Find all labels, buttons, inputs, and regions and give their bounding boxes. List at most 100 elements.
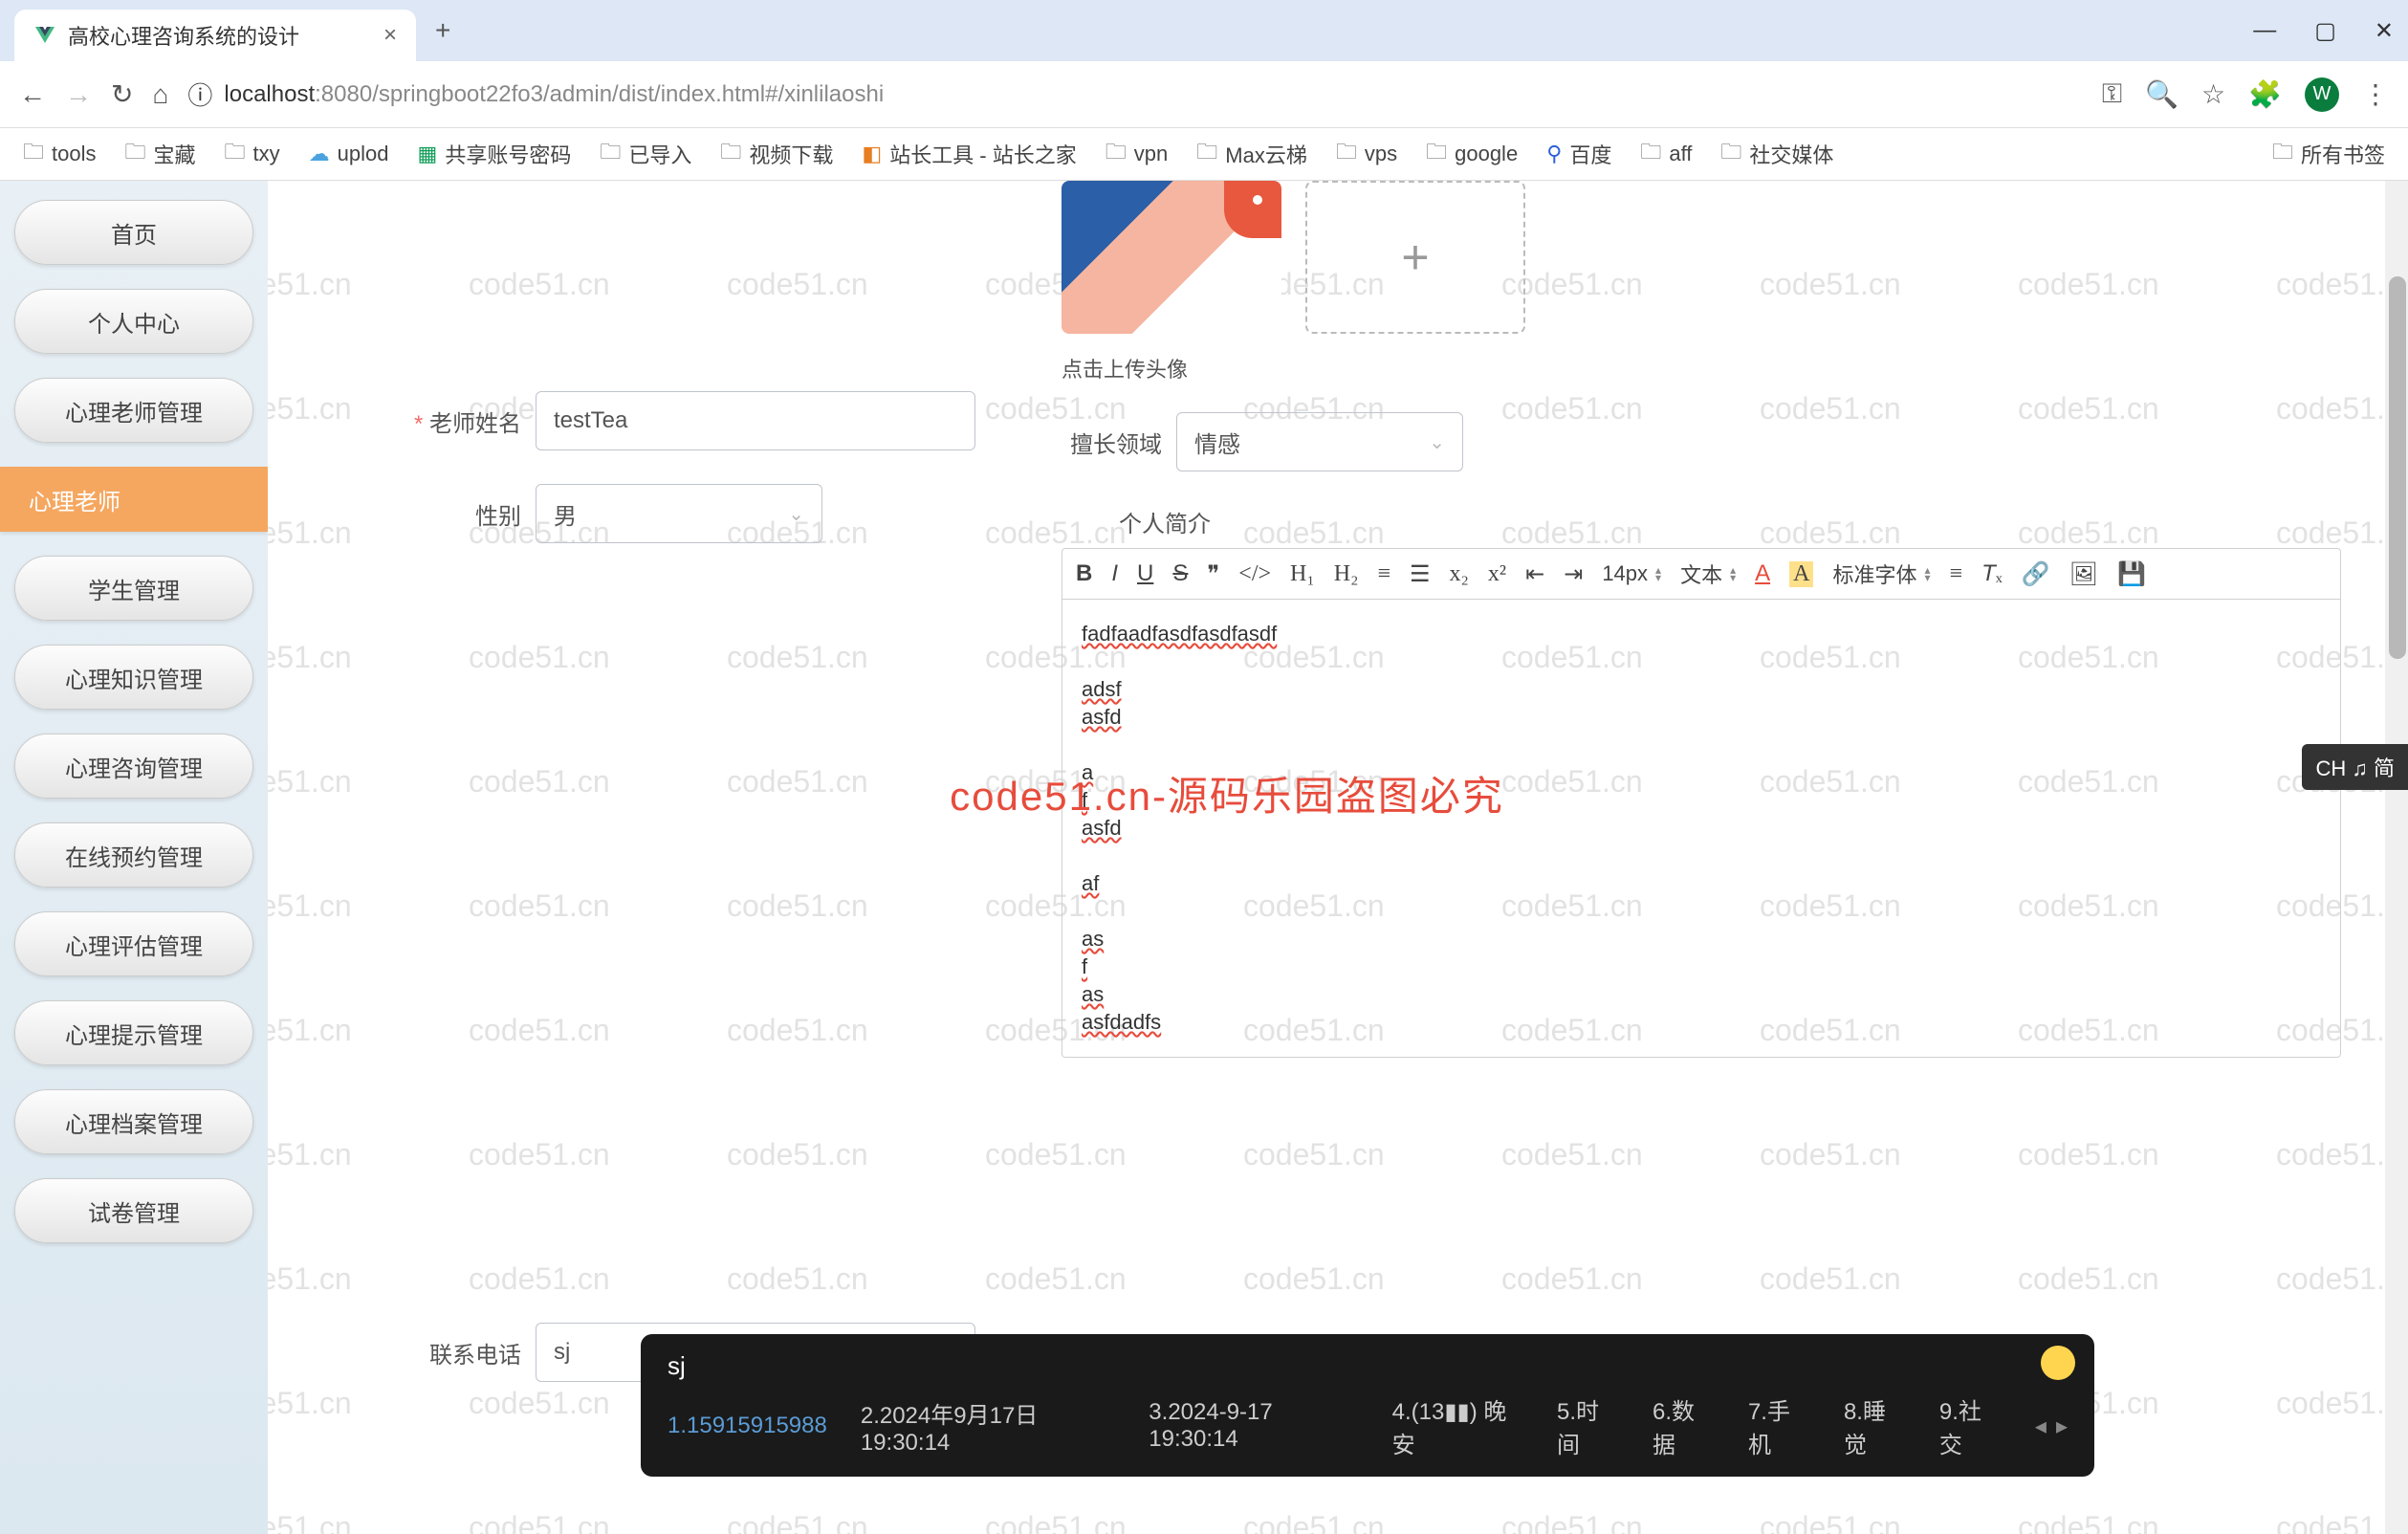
indent-out-button[interactable]: ⇤ xyxy=(1525,560,1544,588)
minimize-button[interactable]: — xyxy=(2253,17,2276,45)
menu-icon[interactable]: ⋮ xyxy=(2362,78,2389,110)
extensions-icon[interactable]: 🧩 xyxy=(2248,78,2282,110)
quote-button[interactable]: ❞ xyxy=(1207,560,1219,588)
ime-candidate[interactable]: 7.手机 xyxy=(1748,1392,1810,1459)
strike-button[interactable]: S xyxy=(1172,560,1188,587)
browser-tab-strip: 高校心理咨询系统的设计 × + — ▢ ✕ xyxy=(0,0,2408,61)
bookmarks-bar: 🗀tools 🗀宝藏 🗀txy ☁uplod ▦共享账号密码 🗀已导入 🗀视频下… xyxy=(0,128,2408,181)
window-controls: — ▢ ✕ xyxy=(2253,17,2394,45)
bookmark-folder[interactable]: 🗀aff xyxy=(1640,136,1692,172)
font-color-button[interactable]: A xyxy=(1755,560,1770,587)
ime-input-text: sj xyxy=(668,1351,2068,1381)
bold-button[interactable]: B xyxy=(1076,560,1092,587)
bookmark-item[interactable]: ☁uplod xyxy=(309,142,389,166)
superscript-button[interactable]: x² xyxy=(1488,561,1506,587)
gender-select[interactable]: 男 ⌄ xyxy=(536,484,822,543)
sidebar-nav: 首页 个人中心 心理老师管理 心理老师 学生管理 心理知识管理 心理咨询管理 在… xyxy=(0,181,268,1534)
zoom-icon[interactable]: 🔍 xyxy=(2145,78,2178,110)
editor-toolbar: B I U S ❞ </> H₁ H₂ ≡ ☰ x₂ x² ⇤ ⇥ xyxy=(1062,549,2340,600)
bookmark-folder[interactable]: 🗀google xyxy=(1426,136,1518,172)
home-button[interactable]: ⌂ xyxy=(152,79,168,110)
bookmark-item[interactable]: ▦共享账号密码 xyxy=(418,139,572,169)
underline-button[interactable]: U xyxy=(1137,560,1153,587)
align-button[interactable]: ≡ xyxy=(1950,561,1963,587)
bookmark-folder[interactable]: 🗀Max云梯 xyxy=(1196,136,1307,172)
sidebar-item-consult-mgmt[interactable]: 心理咨询管理 xyxy=(14,734,253,799)
browser-tab[interactable]: 高校心理咨询系统的设计 × xyxy=(14,10,416,61)
input-method-indicator[interactable]: CH ♫ 简 xyxy=(2302,744,2408,790)
rich-text-editor: B I U S ❞ </> H₁ H₂ ≡ ☰ x₂ x² ⇤ ⇥ xyxy=(1062,548,2341,1058)
all-bookmarks[interactable]: 🗀所有书签 xyxy=(2272,136,2385,172)
indent-in-button[interactable]: ⇥ xyxy=(1564,560,1583,588)
bookmark-item[interactable]: ◧站长工具 - 站长之家 xyxy=(862,139,1076,169)
bookmark-item[interactable]: ⚲百度 xyxy=(1546,139,1611,169)
avatar-preview[interactable] xyxy=(1062,181,1281,334)
close-window-button[interactable]: ✕ xyxy=(2375,17,2394,45)
ime-next-icon[interactable]: ▸ xyxy=(2056,1413,2068,1440)
image-button[interactable]: 🖼 xyxy=(2069,560,2098,588)
sidebar-item-booking-mgmt[interactable]: 在线预约管理 xyxy=(14,822,253,888)
teacher-name-input[interactable] xyxy=(536,391,975,450)
close-tab-icon[interactable]: × xyxy=(383,22,397,49)
ime-candidate[interactable]: 4.(13▮▮) 晚安 xyxy=(1392,1392,1523,1459)
password-icon[interactable]: ⚿ xyxy=(2102,78,2122,110)
ime-candidate[interactable]: 6.数据 xyxy=(1653,1392,1715,1459)
bookmark-folder[interactable]: 🗀vps xyxy=(1336,136,1397,172)
bookmark-folder[interactable]: 🗀宝藏 xyxy=(125,136,196,172)
sidebar-item-teacher[interactable]: 心理老师 xyxy=(0,467,268,532)
ime-candidate[interactable]: 1.15915915988 xyxy=(668,1413,827,1439)
address-bar[interactable]: ⓘ localhost:8080/springboot22fo3/admin/d… xyxy=(187,77,2082,112)
forward-button[interactable]: → xyxy=(65,79,92,110)
ime-candidate[interactable]: 5.时间 xyxy=(1557,1392,1619,1459)
link-button[interactable]: 🔗 xyxy=(2022,560,2050,588)
code-button[interactable]: </> xyxy=(1238,561,1271,587)
back-button[interactable]: ← xyxy=(19,79,46,110)
h1-button[interactable]: H₁ xyxy=(1290,561,1315,587)
expertise-select[interactable]: 情感 ⌄ xyxy=(1176,412,1463,471)
scrollbar-track[interactable] xyxy=(2385,181,2408,1534)
text-format-select[interactable]: 文本▴▾ xyxy=(1680,559,1736,589)
sidebar-item-teacher-mgmt[interactable]: 心理老师管理 xyxy=(14,378,253,443)
vue-icon xyxy=(33,24,56,47)
font-family-select[interactable]: 标准字体▴▾ xyxy=(1832,559,1930,589)
browser-nav-bar: ← → ↻ ⌂ ⓘ localhost:8080/springboot22fo3… xyxy=(0,61,2408,128)
sidebar-item-exam-mgmt[interactable]: 试卷管理 xyxy=(14,1178,253,1243)
font-size-select[interactable]: 14px▴▾ xyxy=(1602,561,1661,586)
sidebar-item-student-mgmt[interactable]: 学生管理 xyxy=(14,556,253,621)
save-button[interactable]: 💾 xyxy=(2117,560,2146,588)
bookmark-folder[interactable]: 🗀社交媒体 xyxy=(1720,136,1833,172)
ime-candidate[interactable]: 8.睡觉 xyxy=(1844,1392,1906,1459)
subscript-button[interactable]: x₂ xyxy=(1450,561,1469,587)
bookmark-folder[interactable]: 🗀tools xyxy=(23,136,97,172)
ul-button[interactable]: ☰ xyxy=(1410,560,1431,588)
ime-candidate[interactable]: 9.社交 xyxy=(1939,1392,2002,1459)
bg-color-button[interactable]: A xyxy=(1789,561,1813,587)
editor-content[interactable]: fadfaadfasdfasdfasdf adsfasfd afasfd af … xyxy=(1062,600,2340,1057)
new-tab-button[interactable]: + xyxy=(435,15,450,46)
profile-avatar[interactable]: W xyxy=(2305,77,2339,112)
sidebar-item-archive-mgmt[interactable]: 心理档案管理 xyxy=(14,1089,253,1154)
sidebar-item-home[interactable]: 首页 xyxy=(14,200,253,265)
bookmark-folder[interactable]: 🗀txy xyxy=(225,136,280,172)
sidebar-item-tips-mgmt[interactable]: 心理提示管理 xyxy=(14,1000,253,1065)
ime-candidate-bar: sj 1.15915915988 2.2024年9月17日19:30:14 3.… xyxy=(641,1334,2094,1477)
scrollbar-thumb[interactable] xyxy=(2389,276,2406,659)
ime-candidate[interactable]: 3.2024-9-17 19:30:14 xyxy=(1149,1399,1358,1453)
sidebar-item-assess-mgmt[interactable]: 心理评估管理 xyxy=(14,911,253,976)
bookmark-star-icon[interactable]: ☆ xyxy=(2201,78,2225,110)
bookmark-folder[interactable]: 🗀视频下载 xyxy=(720,136,833,172)
h2-button[interactable]: H₂ xyxy=(1334,561,1359,587)
ime-candidate[interactable]: 2.2024年9月17日19:30:14 xyxy=(861,1396,1115,1457)
bookmark-folder[interactable]: 🗀vpn xyxy=(1105,136,1169,172)
upload-add-button[interactable]: + xyxy=(1305,181,1525,334)
reload-button[interactable]: ↻ xyxy=(111,78,133,110)
site-info-icon[interactable]: ⓘ xyxy=(187,77,212,112)
bookmark-folder[interactable]: 🗀已导入 xyxy=(600,136,691,172)
clear-format-button[interactable]: Tₓ xyxy=(1981,560,2003,587)
italic-button[interactable]: I xyxy=(1111,560,1118,587)
ime-prev-icon[interactable]: ◂ xyxy=(2035,1413,2047,1440)
ol-button[interactable]: ≡ xyxy=(1377,561,1390,587)
sidebar-item-personal[interactable]: 个人中心 xyxy=(14,289,253,354)
sidebar-item-knowledge-mgmt[interactable]: 心理知识管理 xyxy=(14,645,253,710)
maximize-button[interactable]: ▢ xyxy=(2314,17,2336,45)
